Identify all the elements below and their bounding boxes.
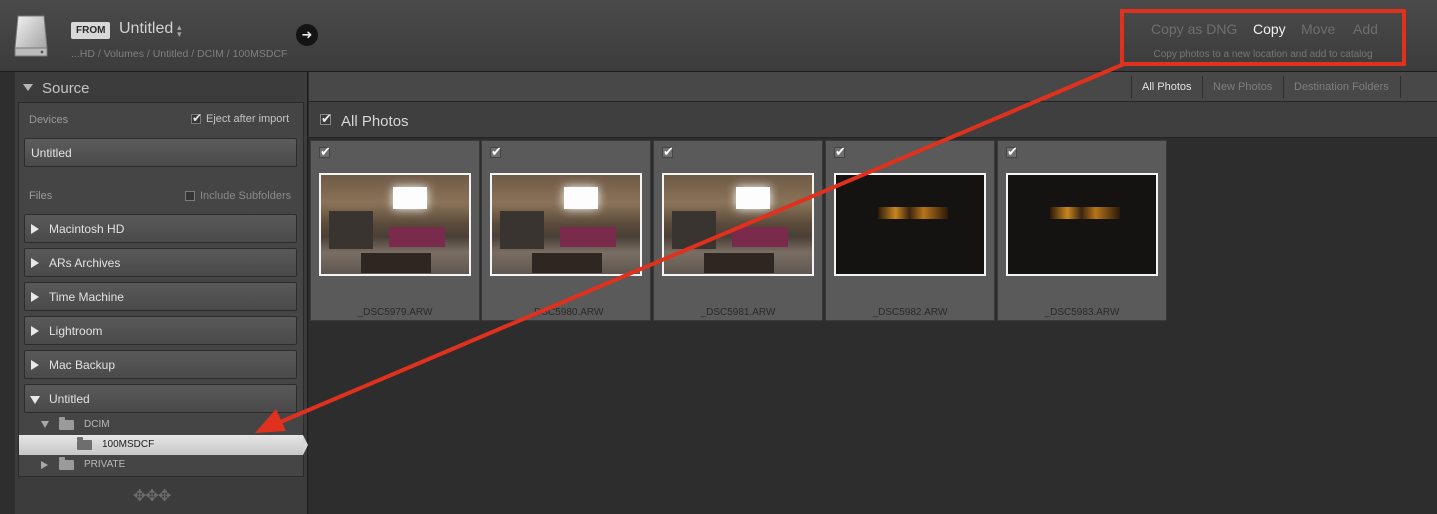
folder-name: PRIVATE xyxy=(84,459,126,470)
volume-name: Mac Backup xyxy=(49,358,116,372)
tab-destination-folders[interactable]: Destination Folders xyxy=(1294,81,1389,93)
mode-add[interactable]: Add xyxy=(1353,21,1378,37)
tab-divider xyxy=(1202,76,1203,98)
volume-untitled[interactable]: Untitled xyxy=(24,384,297,413)
photo-cell[interactable]: _DSC5981.ARW xyxy=(653,140,823,321)
photo-thumbnail[interactable] xyxy=(834,173,986,276)
photo-checkbox[interactable] xyxy=(662,144,674,160)
devices-label: Devices xyxy=(29,114,69,126)
eject-after-import-label: Eject after import xyxy=(206,113,290,125)
panel-end-ornament: ✥✥✥ xyxy=(133,488,171,505)
photo-filename: _DSC5979.ARW xyxy=(357,307,433,318)
mode-hint-text: Copy photos to a new location and add to… xyxy=(1153,49,1373,60)
tab-all-photos[interactable]: All Photos xyxy=(1142,81,1192,93)
checkbox-checked-icon[interactable] xyxy=(191,111,202,125)
photo-cell[interactable]: _DSC5979.ARW xyxy=(310,140,480,321)
selection-pointer xyxy=(303,435,308,455)
volume-name: ARs Archives xyxy=(49,256,121,270)
photo-checkbox[interactable] xyxy=(319,144,331,160)
disclosure-right-icon[interactable] xyxy=(31,326,39,336)
volume-name: Time Machine xyxy=(49,290,124,304)
grid-section-header: All Photos xyxy=(309,102,1437,138)
import-header: FROM Untitled ▴ ▾ ...HD / Volumes / Untit… xyxy=(0,0,1437,72)
volume-name: Untitled xyxy=(49,392,90,406)
tab-divider xyxy=(1283,76,1284,98)
include-subfolders-label: Include Subfolders xyxy=(200,190,292,202)
photo-checkbox[interactable] xyxy=(490,144,502,160)
volume-time-machine[interactable]: Time Machine xyxy=(24,282,297,311)
volume-lightroom[interactable]: Lightroom xyxy=(24,316,297,345)
photo-filename: _DSC5981.ARW xyxy=(700,307,776,318)
import-mode-selector: Copy as DNG Copy Move Add Copy photos to… xyxy=(1120,9,1406,66)
hard-drive-icon[interactable] xyxy=(14,14,48,58)
photo-cell[interactable]: _DSC5980.ARW xyxy=(481,140,651,321)
disclosure-right-icon[interactable] xyxy=(31,292,39,302)
arrow-right-icon[interactable]: ➜ xyxy=(296,24,318,46)
photo-thumbnail[interactable] xyxy=(1006,173,1158,276)
volume-macintosh-hd[interactable]: Macintosh HD xyxy=(24,214,297,243)
collapse-triangle-icon[interactable] xyxy=(23,84,33,91)
folder-icon xyxy=(59,417,74,430)
folder-100msdcf[interactable]: 100MSDCF xyxy=(19,435,308,455)
disclosure-right-icon[interactable] xyxy=(31,258,39,268)
volume-mac-backup[interactable]: Mac Backup xyxy=(24,350,297,379)
device-item-untitled[interactable]: Untitled xyxy=(24,138,297,167)
photo-thumbnail[interactable] xyxy=(319,173,471,276)
photo-cell[interactable]: _DSC5983.ARW xyxy=(997,140,1167,321)
photo-filename: _DSC5980.ARW xyxy=(528,307,604,318)
chevron-updown-icon[interactable]: ▴ ▾ xyxy=(177,23,182,39)
volume-name: Macintosh HD xyxy=(49,222,125,236)
disclosure-right-icon[interactable] xyxy=(41,461,48,469)
folder-dcim[interactable]: DCIM xyxy=(19,415,303,435)
mode-copy-as-dng[interactable]: Copy as DNG xyxy=(1151,21,1237,37)
from-badge: FROM xyxy=(71,22,111,39)
source-path-breadcrumb: ...HD / Volumes / Untitled / DCIM / 100M… xyxy=(71,48,288,60)
source-selector[interactable]: Untitled xyxy=(119,20,173,38)
sidebar-edge xyxy=(0,72,15,514)
photo-thumbnail[interactable] xyxy=(490,173,642,276)
eject-after-import-checkbox[interactable]: Eject after import xyxy=(191,111,290,125)
tab-divider xyxy=(1131,76,1132,98)
include-subfolders-checkbox[interactable]: Include Subfolders xyxy=(185,190,291,202)
photo-cell[interactable]: _DSC5982.ARW xyxy=(825,140,995,321)
folder-icon xyxy=(59,457,74,470)
grid-filter-tabs: All Photos New Photos Destination Folder… xyxy=(309,72,1437,102)
folder-icon xyxy=(77,437,92,450)
folder-private[interactable]: PRIVATE xyxy=(19,455,303,475)
disclosure-right-icon[interactable] xyxy=(31,224,39,234)
folder-name: DCIM xyxy=(84,419,110,430)
select-all-checkbox[interactable] xyxy=(320,111,332,127)
source-panel-header[interactable]: Source xyxy=(16,74,302,102)
photo-checkbox[interactable] xyxy=(834,144,846,160)
photo-thumbnail[interactable] xyxy=(662,173,814,276)
source-panel-title: Source xyxy=(42,80,90,97)
tab-new-photos[interactable]: New Photos xyxy=(1213,81,1272,93)
source-panel: Devices Eject after import Untitled File… xyxy=(18,102,308,477)
grid-section-title: All Photos xyxy=(341,113,409,130)
checkbox-unchecked-icon[interactable] xyxy=(185,191,195,201)
disclosure-down-icon[interactable] xyxy=(41,421,49,428)
volume-ars-archives[interactable]: ARs Archives xyxy=(24,248,297,277)
volume-name: Lightroom xyxy=(49,324,103,338)
device-name: Untitled xyxy=(31,146,72,160)
photo-grid-area: All Photos New Photos Destination Folder… xyxy=(309,72,1437,514)
files-label: Files xyxy=(29,190,53,202)
disclosure-down-icon[interactable] xyxy=(30,396,40,404)
photo-checkbox[interactable] xyxy=(1006,144,1018,160)
folder-name: 100MSDCF xyxy=(102,439,155,450)
source-sidebar: Source Devices Eject after import Untitl… xyxy=(0,72,308,514)
photo-filename: _DSC5983.ARW xyxy=(1044,307,1120,318)
tab-divider xyxy=(1400,76,1401,98)
mode-copy[interactable]: Copy xyxy=(1253,21,1286,37)
mode-move[interactable]: Move xyxy=(1301,21,1335,37)
photo-filename: _DSC5982.ARW xyxy=(872,307,948,318)
disclosure-right-icon[interactable] xyxy=(31,360,39,370)
